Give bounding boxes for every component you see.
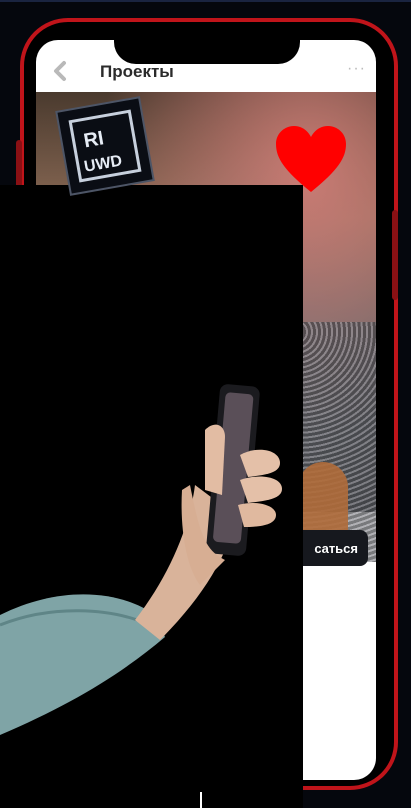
hand-holding-phone [0,384,282,735]
heart-icon [276,126,346,192]
phone-notch [114,26,300,64]
cursor-mark [200,792,202,808]
more-dots-icon[interactable]: ··· [347,60,366,78]
logo-text-top: RI [82,127,106,152]
chevron-left-icon[interactable] [50,60,72,82]
top-divider [0,0,411,2]
brand-logo: RI UWD [55,96,155,196]
page-title: Проекты [100,62,174,81]
phone-side-button-right [392,210,398,300]
